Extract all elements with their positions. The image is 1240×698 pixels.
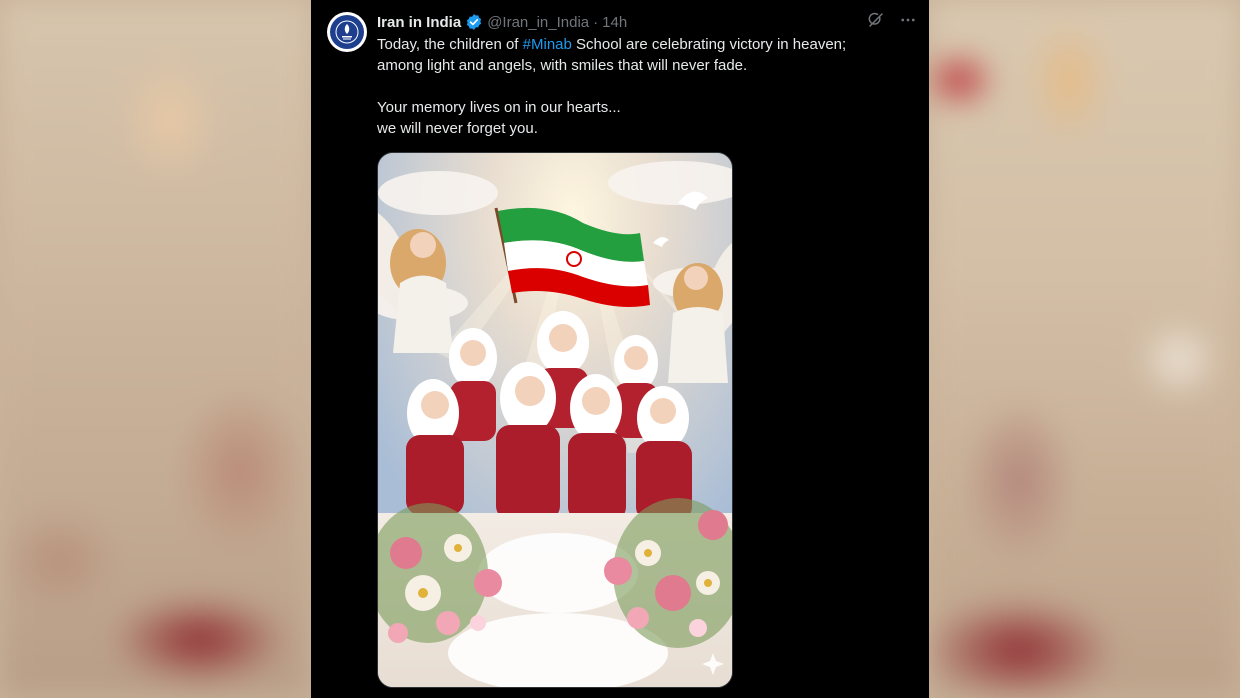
tweet-header: Iran in India @Iran_in_India · 14h	[377, 12, 917, 32]
tweet-text-line-3: Your memory lives on in our hearts...	[377, 99, 621, 116]
tweet-text-line-1: Today, the children of #Minab School are…	[377, 34, 907, 55]
tweet-image[interactable]	[377, 152, 733, 688]
tweet-card[interactable]: Iran in India @Iran_in_India · 14h Today…	[311, 0, 929, 698]
grok-icon[interactable]	[867, 11, 885, 33]
tweet-text-segment: School are celebrating victory in heaven…	[571, 36, 847, 53]
separator-dot: ·	[593, 13, 599, 31]
hashtag-link[interactable]: #Minab	[523, 36, 572, 53]
blurred-background-left	[0, 0, 311, 698]
more-icon[interactable]	[899, 11, 917, 33]
handle[interactable]: @Iran_in_India	[487, 14, 589, 31]
tweet-text: Today, the children of #Minab School are…	[377, 34, 907, 139]
timestamp[interactable]: 14h	[602, 14, 627, 31]
display-name[interactable]: Iran in India	[377, 14, 461, 31]
verified-badge-icon[interactable]	[465, 13, 483, 31]
tweet-text-segment: Today, the children of	[377, 36, 523, 53]
blurred-background-right	[929, 0, 1240, 698]
tweet-text-line-2: among light and angels, with smiles that…	[377, 57, 748, 74]
tweet-text-line-4: we will never forget you.	[377, 120, 538, 137]
embassy-emblem-icon	[330, 15, 364, 49]
avatar[interactable]	[327, 12, 367, 52]
